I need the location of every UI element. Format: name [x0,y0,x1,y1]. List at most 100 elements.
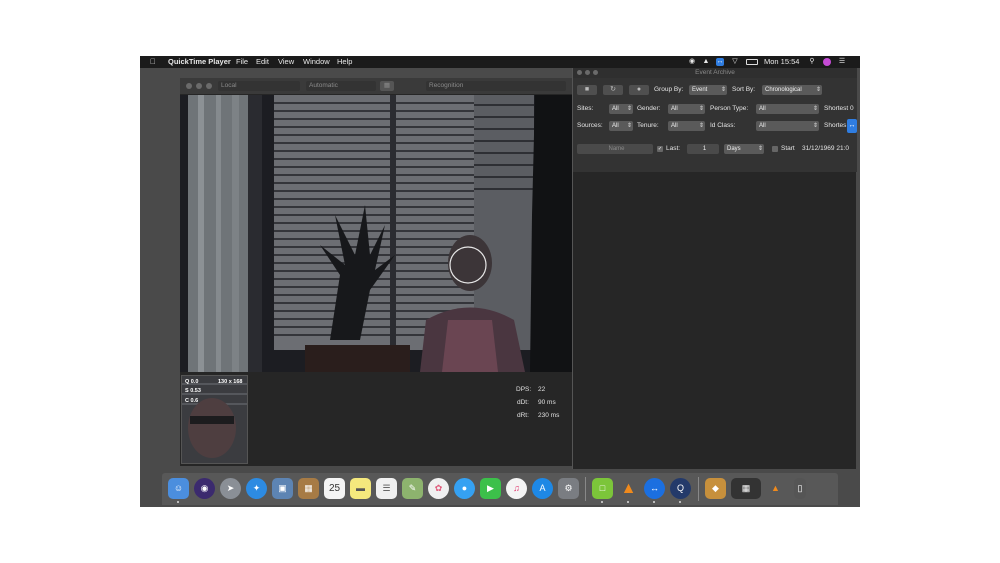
menu-edit[interactable]: Edit [256,56,269,68]
apple-icon[interactable]:  [150,56,156,68]
system-preferences-icon[interactable]: ⚙ [558,478,579,499]
menu-help[interactable]: Help [337,56,352,68]
close-button[interactable] [186,83,192,89]
list-icon[interactable]: ☰ [838,58,846,66]
vlc-small-icon[interactable]: ▲ [765,478,786,499]
notes-book-icon[interactable]: ▦ [298,478,319,499]
zoom-button[interactable] [206,83,212,89]
archive-title: Event Archive [695,69,735,76]
menu-window[interactable]: Window [303,56,330,68]
finder-window-icon[interactable]: ▦ [731,478,761,499]
person-type-select[interactable]: All ⇕ [756,104,819,114]
eject-icon[interactable]: ▲ [702,58,710,66]
vlc-icon[interactable]: ▲ [618,478,639,499]
menu-view[interactable]: View [278,56,294,68]
record-icon[interactable]: ◉ [688,58,696,66]
person-icon[interactable]: ● [629,85,649,95]
menu-file[interactable]: File [236,56,248,68]
siri-icon[interactable]: ◉ [194,478,215,499]
person-type-label: Person Type: [710,105,749,112]
group-by-select[interactable]: Event ⇕ [689,85,727,95]
menu-app-name[interactable]: QuickTime Player [168,56,231,68]
tenure-select[interactable]: All ⇕ [668,121,705,131]
archive-filters: ■ ↻ ● Group By: Event ⇕ Sort By: Chronolo… [573,78,857,172]
screen-app-icon[interactable]: □ [592,478,613,499]
video-scene [180,95,572,372]
archive-titlebar: Event Archive [573,68,857,78]
dps-label: DPS: [516,386,532,393]
gender-select[interactable]: All ⇕ [668,104,705,114]
name-field[interactable]: Name [577,144,653,154]
sort-by-label: Sort By: [732,86,756,93]
sources-select[interactable]: All ⇕ [609,121,633,131]
drt-label: dRt: [517,412,529,419]
clock[interactable]: Mon 15:54 [764,56,799,68]
grid-icon[interactable]: ▦ [380,81,394,91]
archive-zoom-button[interactable] [593,70,598,75]
recognition-select[interactable]: Recognition [426,81,566,91]
launchpad-icon[interactable]: ➤ [220,478,241,499]
ddt-value: 90 ms [538,399,556,406]
app-store-icon[interactable]: A [532,478,553,499]
camera-icon[interactable]: ■ [577,85,597,95]
teamviewer-panel-icon[interactable]: ↔ [847,119,857,133]
stickies-icon[interactable]: ▬ [350,478,371,499]
minimize-button[interactable] [196,83,202,89]
menu-bar:  QuickTime Player File Edit View Window… [140,56,860,68]
photos-icon[interactable]: ✿ [428,478,449,499]
event-archive-window: Event Archive ■ ↻ ● Group By: Event ⇕ Sor… [572,68,857,469]
siri-icon[interactable] [823,58,831,66]
mode-select[interactable]: Automatic [306,81,376,91]
teamviewer-icon[interactable]: ↔ [644,478,665,499]
finder-icon[interactable]: ☺ [168,478,189,499]
dps-value: 22 [538,386,546,393]
archive-minimize-button[interactable] [585,70,590,75]
desktop-screen:  QuickTime Player File Edit View Window… [140,56,860,507]
facetime-icon[interactable]: ▶ [480,478,501,499]
video-window: Local Automatic ▦ Recognition Q 0.0 130 … [180,78,572,466]
shortest-label-1: Shortest 0 [824,105,854,112]
video-toolbar: Local Automatic ▦ Recognition [180,78,572,94]
safari-icon[interactable]: ✦ [246,478,267,499]
dock: ☺ ◉ ➤ ✦ ▣ ▦ 25 ▬ ☰ ✎ ✿ ● ▶ ♫ A ⚙ □ ▲ ↔ Q… [162,473,838,505]
reminders-icon[interactable]: ☰ [376,478,397,499]
thumb-c: C 0.6 [185,398,199,404]
calendar-icon[interactable]: 25 [324,478,345,499]
wifi-icon[interactable]: ▽ [731,58,739,66]
drt-value: 230 ms [538,412,560,419]
start-checkbox[interactable] [772,146,778,152]
sites-select[interactable]: All ⇕ [609,104,633,114]
sort-by-select[interactable]: Chronological ⇕ [762,85,822,95]
last-label: Last: [666,145,681,152]
sites-label: Sites: [577,105,594,112]
id-class-select[interactable]: All ⇕ [756,121,819,131]
id-class-label: Id Class: [710,122,736,129]
face-thumbnail: Q 0.0 130 x 168 S 0.53 C 0.6 [181,375,248,464]
search-icon[interactable]: ⚲ [808,58,816,66]
gender-label: Gender: [637,105,661,112]
battery-icon[interactable] [746,59,758,65]
start-date[interactable]: 31/12/1969 21:0 [802,144,849,154]
refresh-icon[interactable]: ↻ [603,85,623,95]
thumb-s: S 0.53 [185,388,201,394]
video-frame [180,95,572,372]
start-label: Start [781,145,795,152]
trash-icon[interactable]: ▯ [794,478,806,499]
messages-icon[interactable]: ● [454,478,475,499]
source-select[interactable]: Local [218,81,300,91]
music-icon[interactable]: ♫ [506,478,527,499]
photos-edit-icon[interactable]: ✎ [402,478,423,499]
shortest-label-2: Shortes [824,122,847,129]
preview-icon[interactable]: ▣ [272,478,293,499]
thumb-q: Q 0.0 [185,379,199,385]
group-by-label: Group By: [654,86,684,93]
unit-select[interactable]: Days ⇕ [724,144,764,154]
package-icon[interactable]: ◆ [705,478,726,499]
tenure-label: Tenure: [637,122,659,129]
last-checkbox[interactable]: ✓ [657,146,663,152]
quicktime-icon[interactable]: Q [670,478,691,499]
teamviewer-icon[interactable]: ↔ [716,58,724,66]
archive-close-button[interactable] [577,70,582,75]
last-value-field[interactable]: 1 [687,144,719,154]
ddt-label: dDt: [517,399,529,406]
